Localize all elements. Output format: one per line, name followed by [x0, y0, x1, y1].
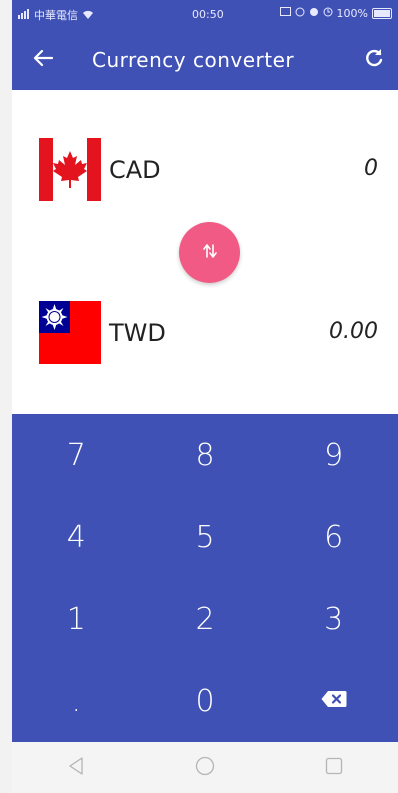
back-button[interactable]: [30, 47, 56, 73]
from-currency-code: CAD: [109, 156, 161, 184]
refresh-icon: [364, 48, 384, 72]
home-circle-icon: [195, 756, 215, 780]
to-amount: 0.00: [329, 319, 378, 344]
clock: 00:50: [192, 8, 224, 21]
app-bar: Currency converter: [12, 30, 398, 90]
phone-screen: 中華電信 00:50 100% Currency converter CAD 0…: [12, 0, 398, 793]
key-7[interactable]: 7: [12, 414, 141, 496]
location-icon: [309, 7, 319, 20]
taiwan-flag-icon: [39, 301, 101, 364]
swap-button[interactable]: [179, 222, 240, 283]
status-left: 中華電信: [18, 7, 94, 23]
backspace-icon: [321, 690, 347, 712]
from-currency-row[interactable]: CAD 0: [12, 138, 398, 204]
rotate-icon: [295, 7, 305, 20]
to-currency-row[interactable]: TWD 0.00: [12, 301, 398, 367]
page-title: Currency converter: [92, 48, 295, 72]
arrow-back-icon: [33, 49, 54, 71]
from-amount: 0: [364, 156, 378, 181]
nav-recents-button[interactable]: [314, 748, 354, 788]
signal-icon: [18, 8, 30, 22]
delete-key[interactable]: [269, 660, 398, 742]
key-8[interactable]: 8: [141, 414, 270, 496]
battery-icon: [372, 8, 392, 19]
swap-vertical-icon: [202, 243, 218, 263]
to-currency-code: TWD: [109, 319, 166, 347]
key-decimal[interactable]: .: [12, 660, 141, 742]
key-4[interactable]: 4: [12, 496, 141, 578]
nav-home-button[interactable]: [185, 748, 225, 788]
battery-percent: 100%: [336, 7, 368, 20]
keypad: 7 8 9 4 5 6 1 2 3 . 0: [12, 414, 398, 742]
key-2[interactable]: 2: [141, 578, 270, 660]
wifi-icon: [82, 10, 94, 20]
key-9[interactable]: 9: [269, 414, 398, 496]
carrier-label: 中華電信: [34, 9, 78, 22]
nav-back-button[interactable]: [56, 748, 96, 788]
system-nav-bar: [12, 742, 398, 793]
back-triangle-icon: [68, 756, 84, 779]
key-6[interactable]: 6: [269, 496, 398, 578]
key-1[interactable]: 1: [12, 578, 141, 660]
key-5[interactable]: 5: [141, 496, 270, 578]
recents-square-icon: [325, 757, 343, 779]
alarm-icon: [323, 7, 333, 20]
status-bar: 中華電信 00:50 100%: [12, 0, 398, 30]
key-3[interactable]: 3: [269, 578, 398, 660]
cast-icon: [279, 7, 291, 20]
refresh-button[interactable]: [360, 46, 388, 74]
status-right: 100%: [279, 7, 392, 20]
canada-flag-icon: [39, 138, 101, 201]
key-0[interactable]: 0: [141, 660, 270, 742]
